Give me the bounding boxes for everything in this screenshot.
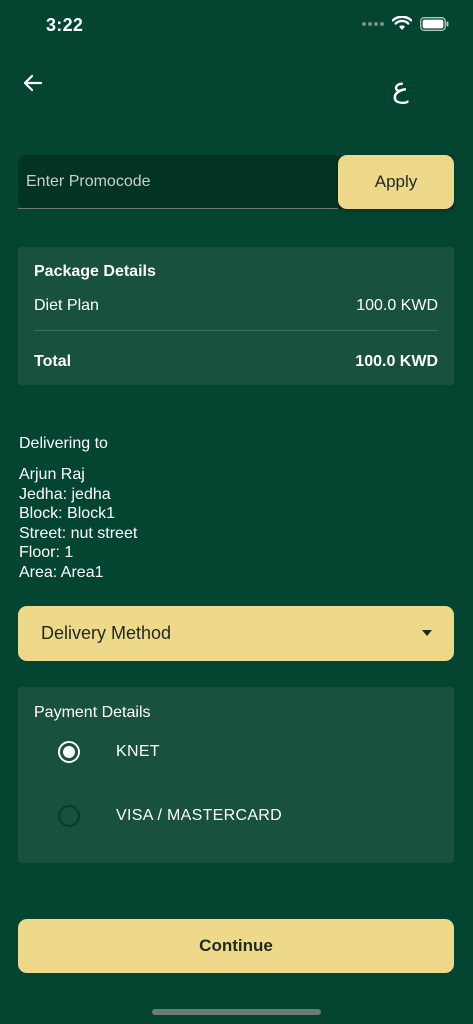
payment-option-knet[interactable]: KNET bbox=[58, 741, 160, 763]
total-price: 100.0 KWD bbox=[355, 353, 438, 370]
address-line: Jedha: jedha bbox=[19, 485, 111, 503]
chevron-down-icon bbox=[422, 630, 432, 636]
status-bar: 3:22 bbox=[0, 0, 473, 50]
battery-icon bbox=[420, 16, 449, 31]
arrow-left-icon[interactable] bbox=[20, 70, 46, 96]
status-icons bbox=[362, 16, 449, 31]
promo-input-underline bbox=[18, 208, 338, 209]
payment-option-label: KNET bbox=[116, 743, 160, 760]
payment-option-visa-mastercard[interactable]: VISA / MASTERCARD bbox=[58, 805, 282, 827]
delivery-method-dropdown[interactable]: Delivery Method bbox=[18, 606, 454, 661]
delivering-to-heading: Delivering to bbox=[19, 435, 108, 452]
package-item-price: 100.0 KWD bbox=[356, 297, 438, 314]
radio-unselected-icon[interactable] bbox=[58, 805, 80, 827]
status-time: 3:22 bbox=[46, 15, 84, 35]
language-toggle[interactable]: ع bbox=[392, 72, 409, 104]
address-line: Floor: 1 bbox=[19, 544, 74, 561]
address-line: Arjun Raj bbox=[19, 466, 85, 483]
address-line: Block: Block1 bbox=[19, 505, 116, 522]
delivery-address: Arjun Raj Jedha: jedha Block: Block1 Str… bbox=[19, 465, 137, 582]
package-details-card: Package Details Diet Plan 100.0 KWD Tota… bbox=[18, 247, 454, 385]
delivery-method-label: Delivery Method bbox=[41, 623, 172, 643]
address-line: Area: Area1 bbox=[19, 563, 104, 581]
cellular-signal-icon bbox=[362, 21, 384, 26]
payment-details-title: Payment Details bbox=[34, 704, 151, 721]
apply-button[interactable]: Apply bbox=[338, 155, 454, 209]
package-details-title: Package Details bbox=[34, 263, 156, 280]
payment-details-card: Payment Details KNET VISA / MASTERCARD bbox=[18, 687, 454, 863]
address-line: Street: nut street bbox=[19, 524, 138, 542]
divider bbox=[34, 330, 438, 331]
total-label: Total bbox=[34, 353, 72, 370]
continue-button[interactable]: Continue bbox=[18, 919, 454, 973]
payment-option-label: VISA / MASTERCARD bbox=[116, 807, 283, 824]
home-indicator bbox=[152, 1009, 321, 1015]
radio-selected-icon[interactable] bbox=[58, 741, 80, 763]
wifi-icon bbox=[392, 16, 412, 30]
promo-code-row: Apply bbox=[18, 155, 454, 209]
package-total-row: Total 100.0 KWD bbox=[34, 353, 438, 371]
package-item-row: Diet Plan 100.0 KWD bbox=[34, 297, 438, 315]
package-item-label: Diet Plan bbox=[34, 297, 99, 314]
promo-code-input[interactable] bbox=[18, 155, 338, 209]
